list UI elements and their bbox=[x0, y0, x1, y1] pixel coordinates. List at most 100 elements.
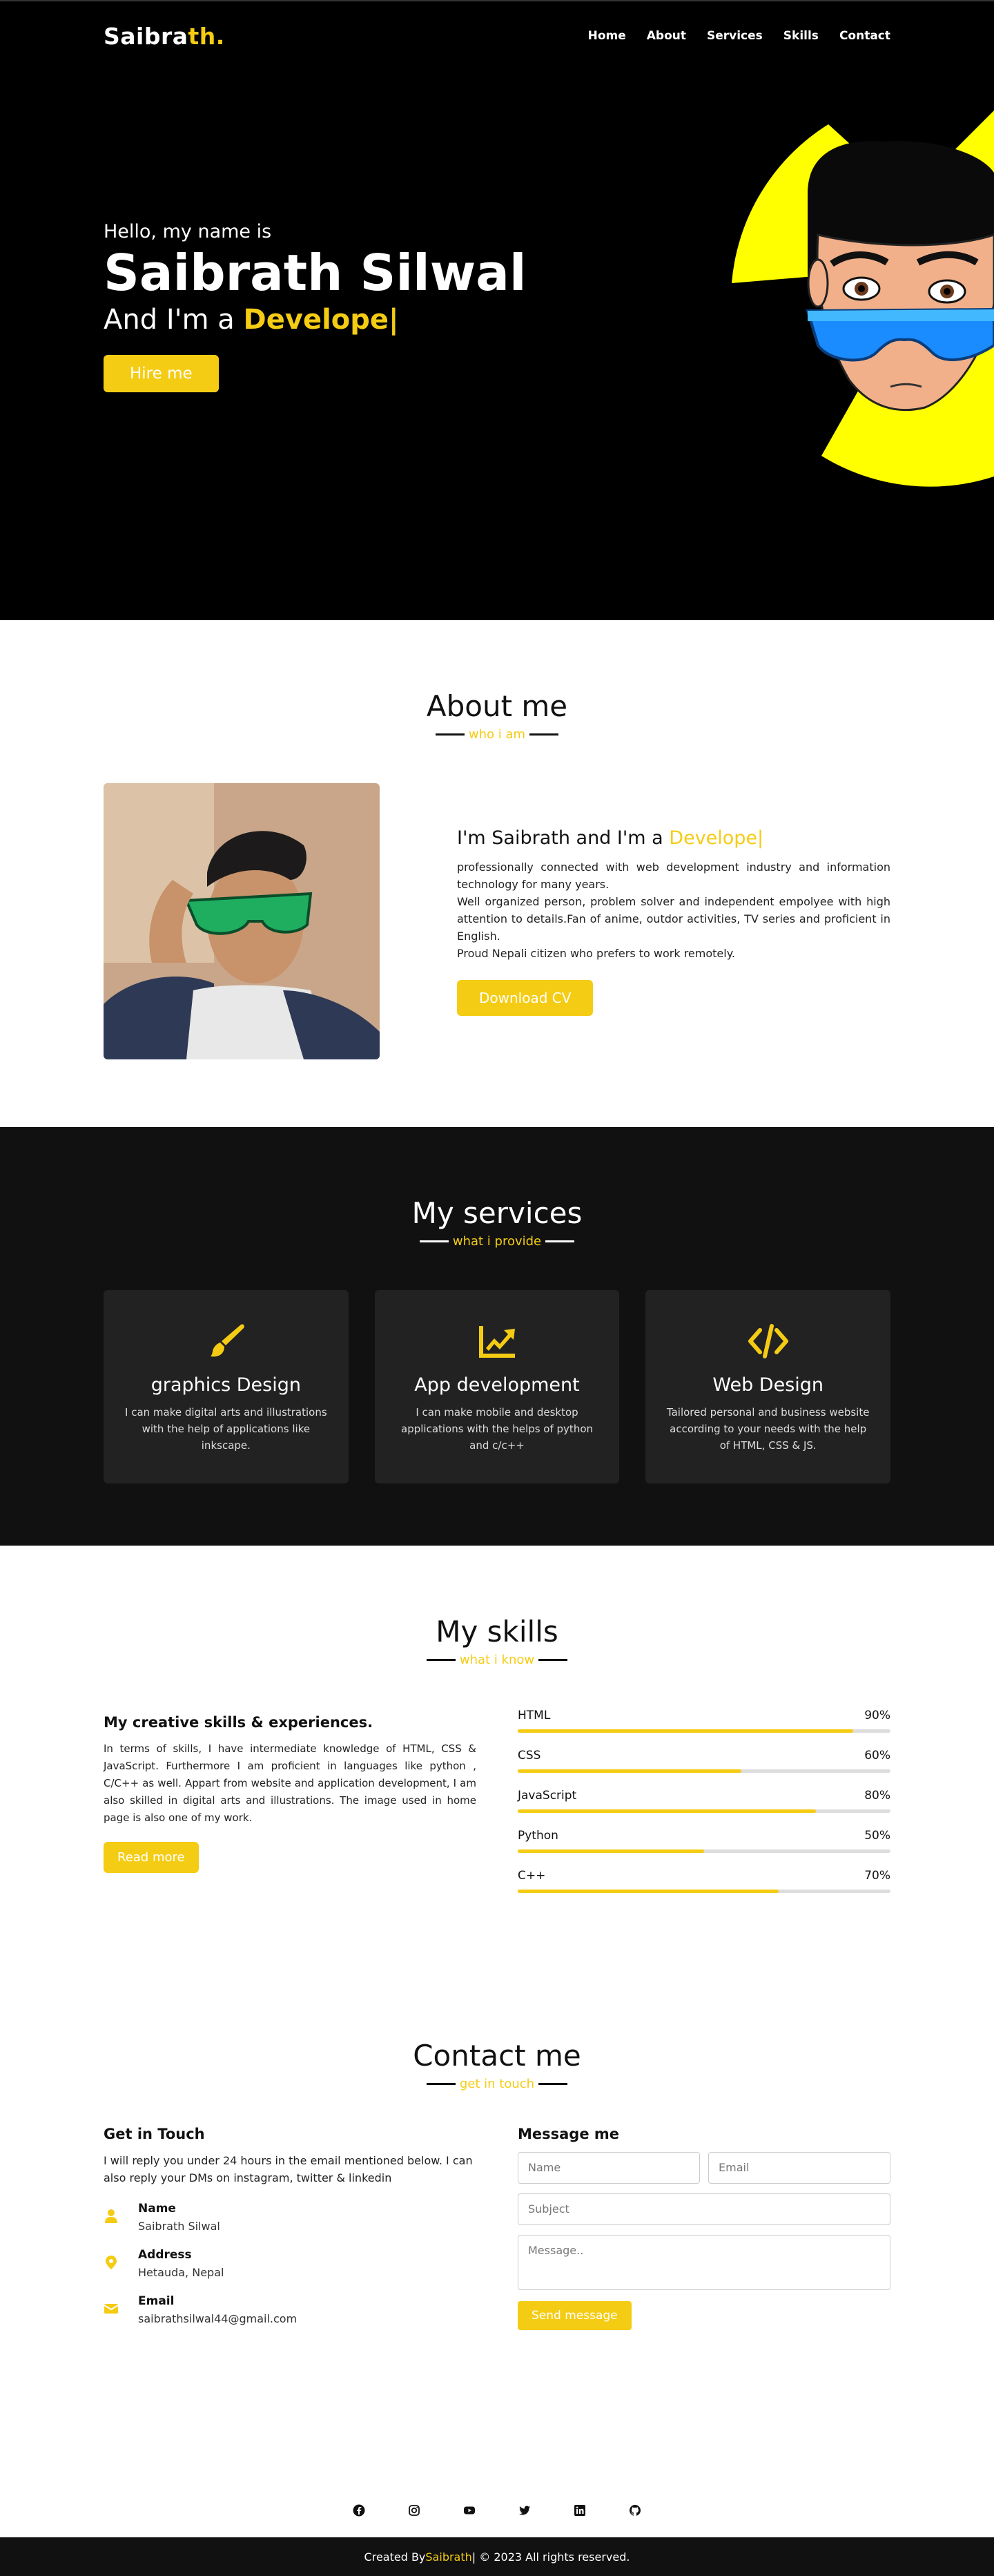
logo[interactable]: Saibrath. bbox=[104, 23, 225, 50]
services-section: My services what i provide graphics Desi… bbox=[0, 1127, 994, 1546]
skill-bar-python: Python 50% bbox=[518, 1829, 890, 1853]
about-paragraph-1: professionally connected with web develo… bbox=[457, 860, 890, 891]
skills-description: My creative skills & experiences. In ter… bbox=[104, 1709, 476, 1909]
subject-field[interactable]: Subject bbox=[518, 2193, 890, 2225]
service-card-app[interactable]: App development I can make mobile and de… bbox=[374, 1290, 620, 1483]
skill-name: JavaScript bbox=[518, 1789, 577, 1803]
get-in-touch-text: I will reply you under 24 hours in the e… bbox=[104, 2154, 473, 2184]
service-card-graphics[interactable]: graphics Design I can make digital arts … bbox=[104, 1290, 349, 1483]
service-text: Tailored personal and business website a… bbox=[666, 1406, 870, 1452]
services-title: My services bbox=[411, 1196, 583, 1230]
skills-subtitle-text: what i know bbox=[459, 1653, 535, 1667]
contact-form: Message me Name Email Subject Message.. … bbox=[518, 2126, 890, 2330]
hire-button[interactable]: Hire me bbox=[104, 354, 219, 392]
skills-title: My skills bbox=[436, 1615, 558, 1649]
skill-bar-html: HTML 90% bbox=[518, 1709, 890, 1733]
divider-right bbox=[529, 733, 559, 736]
nav-about[interactable]: About bbox=[647, 29, 686, 43]
form-row: Name Email bbox=[518, 2152, 890, 2184]
divider-left bbox=[426, 2083, 456, 2085]
home-section: Hello, my name is Saibrath Silwal And I'… bbox=[0, 0, 994, 620]
info-sub: saibrathsilwal44@gmail.com bbox=[138, 2312, 298, 2325]
chart-line-icon bbox=[479, 1326, 515, 1358]
skills-paragraph: In terms of skills, I have intermediate … bbox=[104, 1742, 476, 1824]
skill-track bbox=[518, 1769, 890, 1773]
skill-bar-css: CSS 60% bbox=[518, 1749, 890, 1773]
contact-subtitle-text: get in touch bbox=[459, 2077, 535, 2091]
divider-left bbox=[426, 1659, 456, 1661]
twitter-icon[interactable] bbox=[518, 2504, 531, 2517]
nav-contact[interactable]: Contact bbox=[839, 29, 890, 43]
facebook-icon[interactable] bbox=[353, 2504, 365, 2517]
about-heading-typed: Develope| bbox=[669, 827, 764, 849]
email-field[interactable]: Email bbox=[708, 2152, 890, 2184]
info-head: Email bbox=[138, 2294, 175, 2308]
service-text: I can make digital arts and illustration… bbox=[125, 1406, 327, 1452]
skill-bars: HTML 90% CSS 60% JavaScript 80% Python 50% C… bbox=[518, 1709, 890, 1909]
about-paragraph-2: Well organized person, problem solver an… bbox=[457, 894, 890, 943]
skills-heading: My creative skills & experiences. bbox=[104, 1714, 373, 1731]
nav-services[interactable]: Services bbox=[707, 29, 763, 43]
navbar: Saibrath. Home About Services Skills Con… bbox=[0, 0, 994, 69]
services-subtitle: what i provide bbox=[104, 1234, 890, 1249]
get-in-touch-heading: Get in Touch bbox=[104, 2126, 205, 2142]
instagram-icon[interactable] bbox=[408, 2504, 420, 2517]
about-text: I'm Saibrath and I'm a Develope| profess… bbox=[457, 827, 890, 1016]
divider-left bbox=[419, 1240, 449, 1242]
nav-skills[interactable]: Skills bbox=[783, 29, 819, 43]
about-heading: I'm Saibrath and I'm a Develope| bbox=[457, 827, 890, 849]
author-link[interactable]: Saibrath bbox=[425, 2550, 471, 2564]
read-more-button[interactable]: Read more bbox=[104, 1842, 199, 1873]
skill-name: Python bbox=[518, 1829, 558, 1843]
info-name: Name Saibrath Silwal bbox=[104, 2202, 476, 2233]
form-row: Subject bbox=[518, 2193, 890, 2225]
download-cv-button[interactable]: Download CV bbox=[457, 979, 594, 1016]
skill-name: HTML bbox=[518, 1709, 551, 1722]
divider-right bbox=[545, 1240, 575, 1242]
skill-fill bbox=[518, 1729, 853, 1733]
social-links bbox=[0, 2477, 994, 2537]
about-paragraph: professionally connected with web develo… bbox=[457, 858, 890, 962]
divider-right bbox=[538, 1659, 568, 1661]
skill-percent: 80% bbox=[864, 1789, 890, 1803]
info-sub: Hetauda, Nepal bbox=[138, 2266, 224, 2279]
skill-name: C++ bbox=[518, 1869, 546, 1883]
user-icon bbox=[105, 2209, 117, 2223]
skill-track bbox=[518, 1729, 890, 1733]
logo-main: Saibra bbox=[104, 22, 188, 50]
github-icon[interactable] bbox=[629, 2504, 641, 2517]
about-heading-prefix: I'm Saibrath and I'm a bbox=[457, 827, 670, 849]
role-prefix: And I'm a bbox=[104, 303, 244, 336]
role-typed: Develope| bbox=[243, 303, 399, 336]
service-title: Web Design bbox=[712, 1374, 824, 1396]
skill-percent: 70% bbox=[864, 1869, 890, 1883]
skill-bar-cpp: C++ 70% bbox=[518, 1869, 890, 1893]
linkedin-icon[interactable] bbox=[574, 2504, 586, 2517]
skill-percent: 60% bbox=[864, 1749, 890, 1762]
info-email: Email saibrathsilwal44@gmail.com bbox=[104, 2294, 476, 2325]
contact-title: Contact me bbox=[413, 2039, 581, 2073]
map-marker-icon bbox=[106, 2255, 117, 2269]
send-message-button[interactable]: Send message bbox=[518, 2301, 632, 2330]
skill-track bbox=[518, 1849, 890, 1853]
rights-text: | © 2023 All rights reserved. bbox=[471, 2550, 630, 2564]
youtube-icon[interactable] bbox=[463, 2504, 476, 2517]
skill-fill bbox=[518, 1769, 741, 1773]
skill-track bbox=[518, 1890, 890, 1893]
contact-section: Contact me get in touch Get in Touch I w… bbox=[0, 1970, 994, 2477]
info-head: Name bbox=[138, 2202, 176, 2215]
about-content: I'm Saibrath and I'm a Develope| profess… bbox=[104, 783, 890, 1059]
logo-accent: th. bbox=[188, 22, 225, 50]
services-subtitle-text: what i provide bbox=[452, 1234, 542, 1249]
skill-percent: 90% bbox=[864, 1709, 890, 1722]
nav-menu: Home About Services Skills Contact bbox=[588, 29, 890, 43]
service-card-web[interactable]: Web Design Tailored personal and busines… bbox=[645, 1290, 891, 1483]
avatar-illustration bbox=[732, 110, 994, 487]
contact-info: Get in Touch I will reply you under 24 h… bbox=[104, 2126, 476, 2330]
form-row: Message.. bbox=[518, 2235, 890, 2290]
nav-home[interactable]: Home bbox=[588, 29, 626, 43]
message-field[interactable]: Message.. bbox=[518, 2235, 890, 2290]
about-title: About me bbox=[426, 689, 568, 723]
skill-fill bbox=[518, 1849, 704, 1853]
name-field[interactable]: Name bbox=[518, 2152, 700, 2184]
